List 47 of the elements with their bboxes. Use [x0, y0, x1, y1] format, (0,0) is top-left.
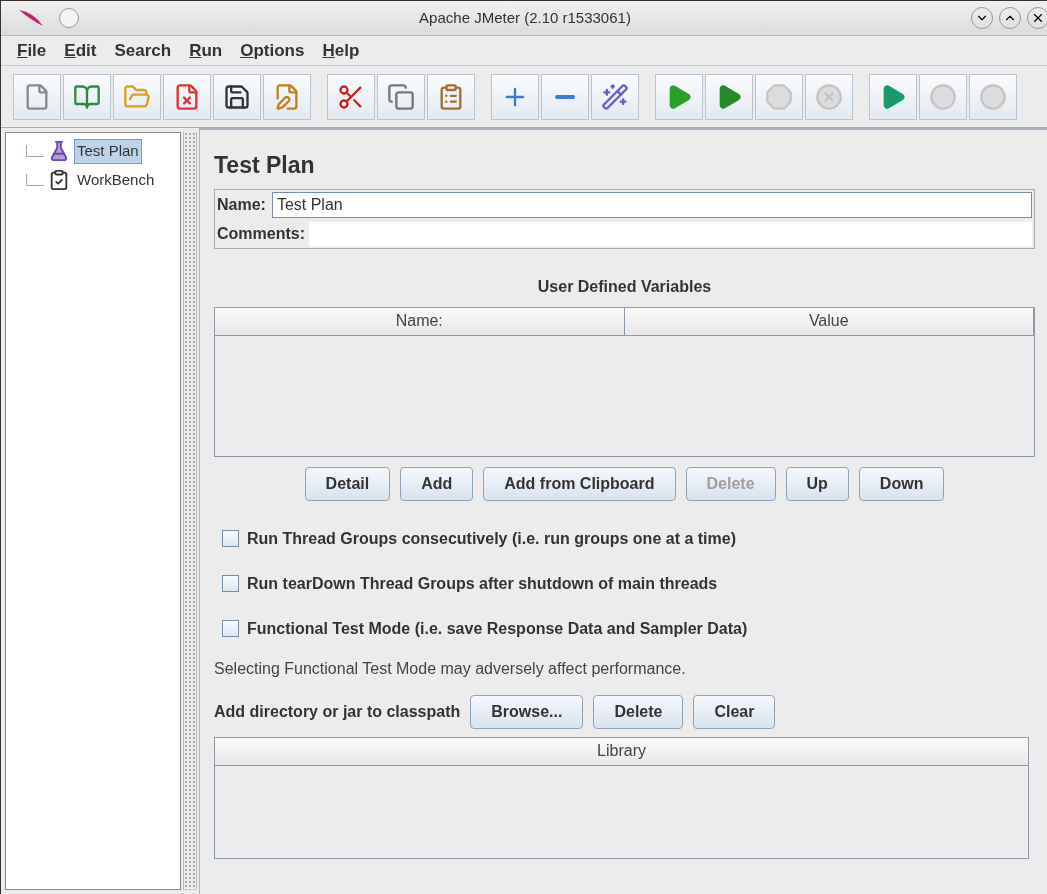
panel-title: Test Plan — [214, 151, 316, 180]
classpath-label: Add directory or jar to classpath — [214, 701, 461, 722]
window-title: Apache JMeter (2.10 r1533061) — [418, 7, 632, 28]
copy-icon — [387, 82, 415, 111]
checkbox-label: Functional Test Mode (i.e. save Response Data and Sampler Data) — [247, 618, 748, 639]
section-title: User Defined Variables — [537, 276, 712, 297]
menu-item[interactable]: Run — [189, 37, 223, 64]
menu-item[interactable]: File — [17, 37, 47, 64]
save-icon — [223, 82, 251, 111]
wand-icon — [601, 82, 629, 111]
toolbar-button[interactable] — [327, 73, 375, 120]
menu-item[interactable]: Options — [240, 37, 305, 64]
column-header[interactable]: Library — [215, 737, 1028, 765]
books-icon — [73, 82, 101, 111]
checkbox[interactable] — [222, 620, 239, 637]
window-menu-button[interactable] — [59, 8, 79, 28]
name-field[interactable]: Test Plan — [271, 191, 1032, 218]
column-header[interactable]: Name: — [215, 307, 625, 335]
checkbox-label: Run tearDown Thread Groups after shutdown of main threads — [247, 573, 718, 594]
checkbox-label: Run Thread Groups consecutively (i.e. run groups one at a time) — [247, 528, 736, 549]
classpath-button[interactable]: Browse... — [470, 694, 584, 729]
classpath-button[interactable]: Delete — [593, 694, 684, 729]
close-icon — [1031, 11, 1045, 25]
menu-item[interactable]: Edit — [64, 37, 97, 64]
table-action-button[interactable]: Up — [785, 466, 849, 501]
comments-label: Comments: — [217, 221, 309, 246]
classpath-button[interactable]: Clear — [693, 694, 776, 729]
stop-icon — [765, 82, 793, 111]
menu-item[interactable]: Help — [322, 37, 360, 64]
flask-icon — [48, 140, 70, 163]
checkbox[interactable] — [222, 575, 239, 592]
tree-item[interactable]: Test Plan — [74, 139, 142, 164]
clipboard-icon — [48, 168, 70, 191]
checkbox[interactable] — [222, 530, 239, 547]
tree-line — [26, 145, 44, 158]
table-action-button[interactable]: Add from Clipboard — [483, 466, 676, 501]
table-action-button[interactable]: Detail — [304, 466, 391, 501]
name-label: Name: — [217, 194, 266, 215]
table-action-button[interactable]: Add — [400, 466, 474, 501]
column-header[interactable]: Value — [624, 307, 1034, 335]
tree-line — [26, 173, 44, 186]
toolbar-button[interactable] — [213, 73, 261, 120]
note-text: Selecting Functional Test Mode may adversely affect performance. — [214, 658, 687, 679]
minus-icon — [555, 94, 575, 99]
menu-item[interactable]: Search — [114, 37, 172, 64]
tree-item[interactable]: WorkBench — [74, 167, 158, 192]
table-action-button[interactable]: Down — [858, 466, 945, 501]
